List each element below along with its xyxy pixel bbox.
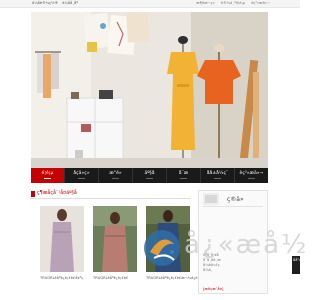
top-link-homepage[interactable]: è®¾ä¸ºé¦é¡µ: [221, 1, 245, 5]
nav-item-label: äº§å: [144, 171, 155, 176]
nav-item-label: åå±å½ç¨: [206, 171, 229, 176]
nav-item-underline: [201, 177, 234, 180]
top-link-bookmark[interactable]: æ¶èæ¬ç«: [196, 1, 215, 5]
nav-item-history[interactable]: åå±å½ç¨: [201, 168, 235, 183]
nav-item-label: å¨æ: [178, 171, 189, 176]
product-caption[interactable]: TRUGRLéåºè¿è¡£è£æ¬¾è¿è¡£è£: [146, 276, 206, 280]
top-link-contact[interactable]: èç³»æä»¬: [251, 1, 270, 5]
nav-item-brand-intro[interactable]: åçä»ç»: [65, 168, 99, 183]
nav-item-news[interactable]: æ°é»: [99, 168, 133, 183]
nav-item-updates[interactable]: å¨æ: [167, 168, 201, 183]
products-section-title: ç¶æåçå¯¹å¤äº§å: [37, 191, 77, 196]
about-logo-icon: [203, 193, 219, 205]
top-bar: ä¼åè®¾ç½® ä¼åå¸åº æ¶èæ¬ç« è®¾ä¸ºé¦é¡µ èç…: [0, 0, 300, 8]
nav-item-label: åçä»ç»: [73, 171, 90, 176]
nav-item-underline: [133, 177, 166, 180]
about-title: ç®ä»: [227, 196, 244, 203]
section-marker-icon: [31, 191, 35, 197]
product-card[interactable]: TRUGRLéåºè¿è¡£è£: [93, 206, 137, 282]
admin-side-button[interactable]: åå°ç®¡ç: [292, 256, 309, 274]
hero-image: [31, 12, 268, 168]
product-photo[interactable]: [40, 206, 84, 272]
nav-item-home[interactable]: é¦é¡µ: [31, 168, 65, 183]
top-link-market[interactable]: ä¼åå¸åº: [62, 1, 78, 5]
about-more-link[interactable]: [æ¥çæ´å¤]: [203, 287, 223, 291]
hero-banner: [31, 12, 268, 168]
watermark-text: å¿«æå½: [184, 230, 309, 260]
admin-side-button-label: åå°ç®¡ç: [293, 258, 309, 262]
nav-item-underline: [99, 177, 132, 180]
nav-item-label: æ°é»: [109, 171, 122, 176]
top-bar-right: æ¶èæ¬ç« è®¾ä¸ºé¦é¡µ èç³»æä»¬: [196, 1, 270, 5]
nav-item-underline: [235, 177, 268, 180]
main-nav: é¦é¡µ åçä»ç» æ°é» äº§å å¨æ åå±å½ç¨ èç³»æ…: [31, 168, 268, 183]
products-section-header: ç¶æåçå¯¹å¤äº§å: [31, 190, 191, 199]
nav-item-underline: [167, 177, 200, 180]
nav-item-products[interactable]: äº§å: [133, 168, 167, 183]
nav-item-contact[interactable]: èç³»æä»¬: [235, 168, 268, 183]
nav-item-underline: [65, 177, 98, 180]
watermark: å¿«æå½: [140, 222, 306, 274]
nav-item-label: é¦é¡µ: [41, 171, 54, 176]
product-caption[interactable]: TRUGRLéåºè¿è¡£è£: [93, 276, 141, 280]
nav-item-underline: [31, 177, 64, 180]
product-photo[interactable]: [93, 206, 137, 272]
top-bar-left: ä¼åè®¾ç½® ä¼åå¸åº: [32, 1, 78, 5]
about-divider: [203, 206, 263, 207]
product-card[interactable]: TRUGRLéåºè¿è¡£è£å¥³ç: [40, 206, 84, 282]
product-caption[interactable]: TRUGRLéåºè¿è¡£è£å¥³ç: [40, 276, 88, 280]
nav-item-label: èç³»æä»¬: [239, 171, 264, 176]
top-link-account[interactable]: ä¼åè®¾ç½®: [32, 1, 58, 5]
